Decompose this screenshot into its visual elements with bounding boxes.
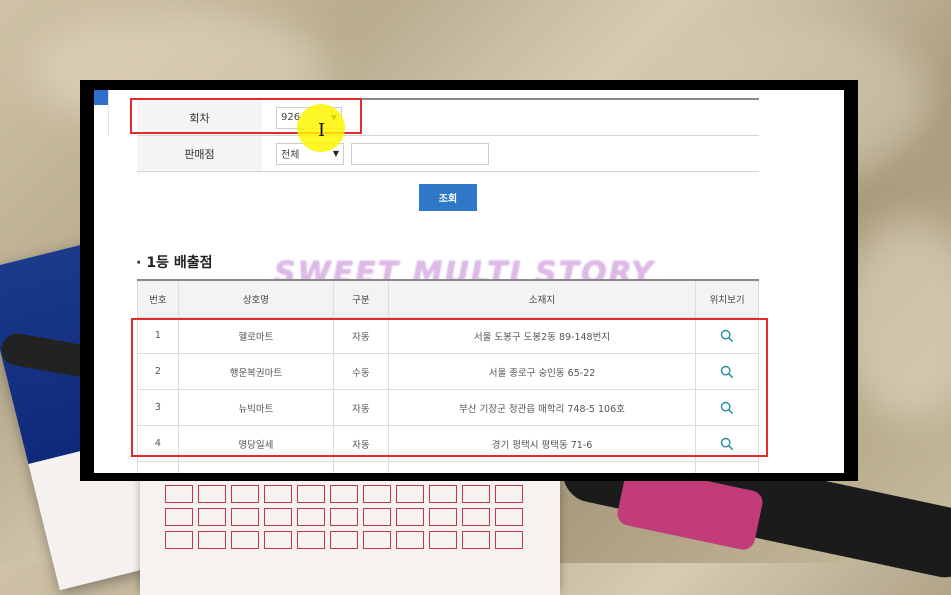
ticket-number-box <box>396 485 424 503</box>
lottery-ticket-grid <box>140 475 560 595</box>
results-highlight-box <box>131 318 768 457</box>
ticket-number-box <box>330 531 358 549</box>
chevron-down-icon: ▼ <box>332 149 339 158</box>
text-cursor-icon: I <box>318 120 326 141</box>
empty-cell <box>333 461 389 473</box>
header-location: 위치보기 <box>695 279 759 318</box>
empty-cell <box>387 461 697 473</box>
ticket-number-box <box>363 485 391 503</box>
ticket-number-box <box>264 485 292 503</box>
ticket-number-box <box>198 485 226 503</box>
ticket-number-box <box>165 531 193 549</box>
side-tab-marker <box>94 90 108 105</box>
ticket-number-box <box>330 508 358 526</box>
ticket-number-box <box>330 485 358 503</box>
ticket-number-box <box>429 531 457 549</box>
empty-cell <box>695 461 759 473</box>
section-title-text: 1등 배출점 <box>146 255 213 271</box>
ticket-number-box <box>297 508 325 526</box>
ticket-number-box <box>264 531 292 549</box>
ticket-number-box <box>198 531 226 549</box>
store-row: 판매점 전체 ▼ <box>137 135 759 172</box>
header-number: 번호 <box>137 279 179 318</box>
header-address: 소재지 <box>387 279 697 318</box>
ticket-number-box <box>462 508 490 526</box>
header-type: 구분 <box>333 279 389 318</box>
ticket-number-box <box>297 485 325 503</box>
table-header-row: 번호 상호명 구분 소재지 위치보기 <box>137 279 759 318</box>
side-divider <box>108 90 109 135</box>
ticket-number-box <box>462 531 490 549</box>
search-button[interactable]: 조회 <box>419 184 477 211</box>
ticket-number-box <box>495 508 523 526</box>
ticket-number-box <box>396 508 424 526</box>
ticket-number-box <box>495 531 523 549</box>
ticket-number-box <box>198 508 226 526</box>
section-bullet: · <box>136 255 142 271</box>
ticket-number-box <box>231 485 259 503</box>
ticket-number-box <box>363 508 391 526</box>
ticket-number-box <box>231 508 259 526</box>
ticket-number-box <box>429 508 457 526</box>
ticket-number-box <box>462 485 490 503</box>
empty-cell <box>177 461 335 473</box>
ticket-number-box <box>165 508 193 526</box>
ticket-number-box <box>165 485 193 503</box>
ticket-number-box <box>231 531 259 549</box>
ticket-number-box <box>495 485 523 503</box>
ticket-number-box <box>396 531 424 549</box>
empty-cell <box>137 461 179 473</box>
header-store-name: 상호명 <box>177 279 335 318</box>
ticket-number-box <box>363 531 391 549</box>
store-search-input[interactable] <box>350 142 489 165</box>
ticket-number-box <box>264 508 292 526</box>
ticket-number-box <box>429 485 457 503</box>
section-title: · 1등 배출점 <box>136 252 212 272</box>
ticket-number-box <box>297 531 325 549</box>
store-label: 판매점 <box>137 135 262 172</box>
table-row-partial <box>137 461 759 473</box>
store-select-value: 전체 <box>281 150 300 161</box>
